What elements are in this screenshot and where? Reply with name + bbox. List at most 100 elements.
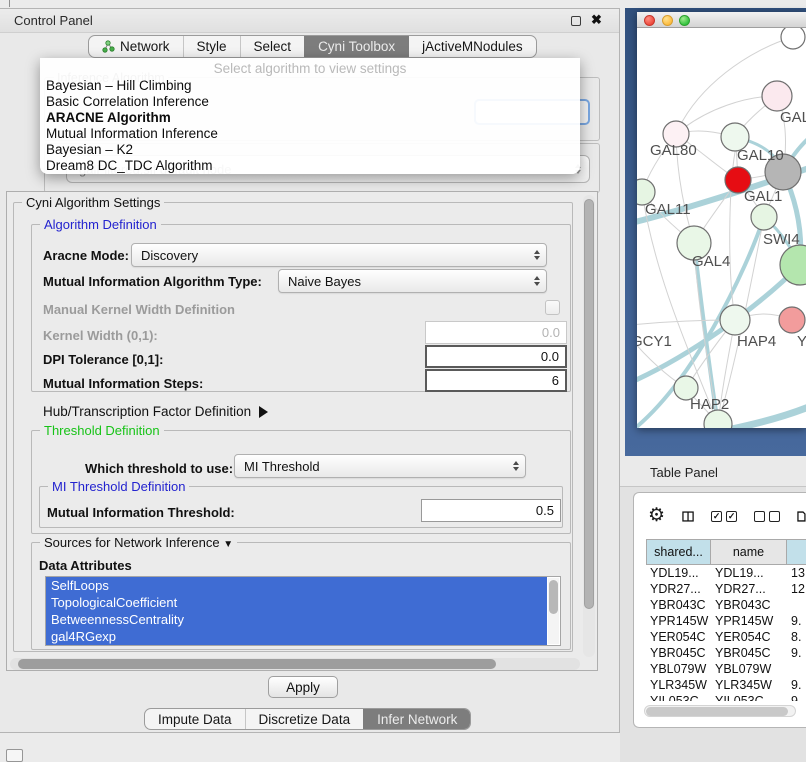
table-row[interactable]: YBL079WYBL079W: [646, 661, 806, 677]
network-node[interactable]: [720, 305, 750, 335]
mi-type-combo[interactable]: Naive Bayes: [278, 269, 547, 293]
kernel-width-label: Kernel Width (0,1):: [43, 328, 158, 343]
attribute-list-item[interactable]: TopologicalCoefficient: [46, 594, 547, 611]
window-zoom-button[interactable]: [679, 15, 690, 26]
close-panel-icon[interactable]: ✖: [591, 12, 602, 28]
which-threshold-combo[interactable]: MI Threshold: [234, 454, 526, 478]
cyni-settings-scrollpane: Cyni Algorithm Settings Algorithm Defini…: [6, 191, 598, 671]
float-panel-icon[interactable]: [571, 16, 581, 26]
table-cell: 9.: [787, 693, 806, 701]
tab-style[interactable]: Style: [183, 36, 240, 57]
mi-steps-field[interactable]: 6: [425, 369, 567, 392]
table-cell: YPR145W: [711, 613, 787, 629]
tab-jactivemnodules[interactable]: jActiveMNodules: [408, 36, 536, 57]
table-cell: YBL079W: [711, 661, 787, 677]
apply-button[interactable]: Apply: [268, 676, 338, 698]
table-row[interactable]: YBR043CYBR043C: [646, 597, 806, 613]
attributes-scrollbar[interactable]: [548, 578, 559, 644]
settings-vscroll-thumb[interactable]: [584, 199, 594, 609]
tab-impute-data[interactable]: Impute Data: [145, 709, 245, 729]
settings-vertical-scrollbar[interactable]: [583, 195, 595, 657]
kernel-width-field[interactable]: 0.0: [425, 321, 567, 344]
table-row[interactable]: YER054CYER054C8.: [646, 629, 806, 645]
table-row[interactable]: YBR045CYBR045C9.: [646, 645, 806, 661]
algorithm-option[interactable]: Bayesian – Hill Climbing: [40, 78, 580, 94]
network-edge[interactable]: [637, 265, 800, 384]
window-minimize-button[interactable]: [662, 15, 673, 26]
network-node-label: GAL4: [692, 253, 730, 270]
tab-network-label: Network: [120, 39, 170, 54]
algorithm-option[interactable]: ARACNE Algorithm: [40, 110, 580, 126]
algorithm-definition-title: Algorithm Definition: [40, 217, 161, 232]
table-toolbar: ⚙ ✓✓: [634, 501, 806, 531]
mi-threshold-field[interactable]: 0.5: [421, 499, 561, 522]
network-graph[interactable]: GALGAL80GAL10GAL1GAL11SWI4GAL4GCY1HAP4YH…: [637, 28, 806, 428]
table-cell: 9.: [787, 677, 806, 693]
settings-hscroll-thumb[interactable]: [18, 659, 496, 669]
table-row[interactable]: YPR145WYPR145W9.: [646, 613, 806, 629]
attribute-list-item[interactable]: SelfLoops: [46, 577, 547, 594]
table-horizontal-scrollbar[interactable]: [644, 705, 796, 717]
algorithm-option[interactable]: Dream8 DC_TDC Algorithm: [40, 158, 580, 174]
select-all-checks-icon[interactable]: ✓✓: [711, 511, 737, 522]
algorithm-option[interactable]: Bayesian – K2: [40, 142, 580, 158]
app-frame-tick: [9, 0, 10, 7]
column-header-shared-name[interactable]: shared...: [646, 539, 711, 565]
table-cell: YDR27...: [711, 581, 787, 597]
deselect-all-checks-icon[interactable]: [754, 511, 780, 522]
manual-kernel-checkbox[interactable]: [545, 300, 560, 315]
algorithm-option[interactable]: Basic Correlation Inference: [40, 94, 580, 110]
data-attributes-items: SelfLoopsTopologicalCoefficientBetweenne…: [46, 577, 560, 645]
network-node[interactable]: [781, 28, 805, 49]
network-window-titlebar: [637, 12, 806, 28]
collapsed-panel-button[interactable]: [6, 749, 23, 762]
cyni-settings-group-title: Cyni Algorithm Settings: [22, 195, 164, 210]
tab-infer-network[interactable]: Infer Network: [363, 709, 470, 729]
attribute-list-item[interactable]: BetweennessCentrality: [46, 611, 547, 628]
attributes-scrollbar-thumb[interactable]: [549, 580, 558, 614]
tab-select[interactable]: Select: [240, 36, 305, 57]
algorithm-dropdown-popup: Select algorithm to view settings Bayesi…: [40, 58, 580, 174]
network-canvas[interactable]: GALGAL80GAL10GAL1GAL11SWI4GAL4GCY1HAP4YH…: [637, 28, 806, 428]
table-cell: 13: [787, 565, 806, 581]
table-cell: YBR043C: [711, 597, 787, 613]
mi-type-label: Mutual Information Algorithm Type:: [43, 274, 262, 289]
algorithm-option[interactable]: Mutual Information Inference: [40, 126, 580, 142]
table-panel-titlebar: Table Panel: [620, 456, 806, 487]
hub-definition-expander[interactable]: Hub/Transcription Factor Definition: [43, 404, 268, 419]
columns-icon[interactable]: [682, 508, 694, 525]
document-icon[interactable]: [797, 508, 806, 525]
table-cell: YPR145W: [646, 613, 711, 629]
table-row[interactable]: YDR27...YDR27...12: [646, 581, 806, 597]
table-cell: 12: [787, 581, 806, 597]
table-row[interactable]: YDL19...YDL19...13: [646, 565, 806, 581]
gear-icon[interactable]: ⚙: [648, 506, 665, 526]
mi-threshold-label: Mutual Information Threshold:: [47, 505, 235, 520]
attribute-list-item[interactable]: gal4RGexp: [46, 628, 547, 645]
network-node[interactable]: [762, 81, 792, 111]
settings-horizontal-scrollbar[interactable]: [10, 658, 580, 670]
network-node-label: HAP2: [690, 396, 729, 413]
column-header-clipped[interactable]: [787, 539, 806, 565]
dpi-tolerance-field[interactable]: 0.0: [425, 345, 567, 368]
window-close-button[interactable]: [644, 15, 655, 26]
aracne-mode-combo[interactable]: Discovery: [131, 243, 547, 267]
table-row[interactable]: YIL053CYIL053C9.: [646, 693, 806, 701]
table-cell: [787, 661, 806, 677]
network-node[interactable]: [779, 307, 805, 333]
table-hscroll-thumb[interactable]: [646, 707, 788, 716]
table-cell: 8.: [787, 629, 806, 645]
tab-network[interactable]: Network: [89, 36, 183, 57]
table-cell: YDL19...: [646, 565, 711, 581]
tab-cyni-toolbox[interactable]: Cyni Toolbox: [304, 36, 408, 57]
tab-discretize-data[interactable]: Discretize Data: [245, 709, 364, 729]
column-header-name[interactable]: name: [711, 539, 787, 565]
table-cell: [787, 597, 806, 613]
table-cell: YLR345W: [711, 677, 787, 693]
table-panel-title: Table Panel: [650, 465, 718, 480]
table-cell: 9.: [787, 613, 806, 629]
network-node[interactable]: [751, 204, 777, 230]
which-threshold-label: Which threshold to use:: [85, 461, 233, 476]
table-row[interactable]: YLR345WYLR345W9.: [646, 677, 806, 693]
collapse-down-icon[interactable]: ▼: [223, 539, 233, 550]
